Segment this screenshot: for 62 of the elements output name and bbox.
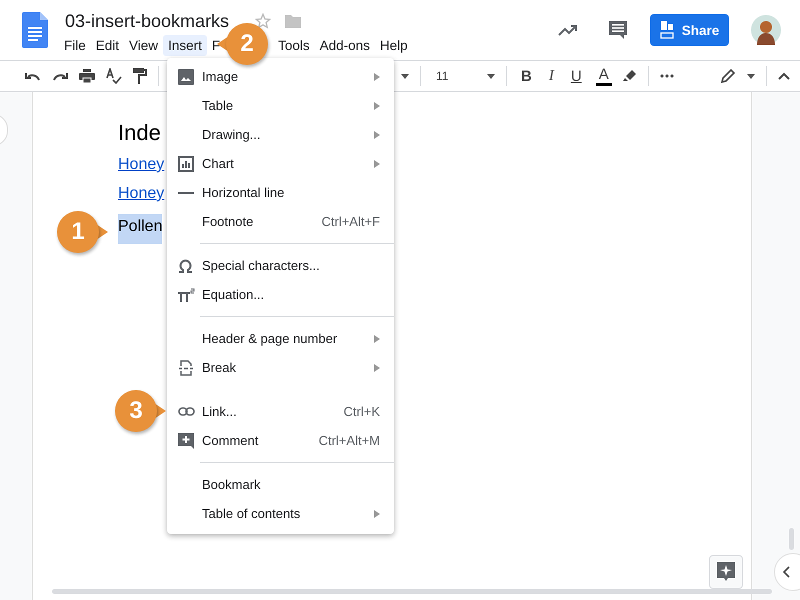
more-icon[interactable] [660, 74, 674, 78]
redo-icon[interactable] [52, 71, 68, 81]
menu-item[interactable]: Chart [167, 149, 394, 178]
menu-item[interactable]: Insert [163, 35, 207, 56]
caret-icon[interactable] [747, 74, 755, 78]
trend-icon[interactable] [558, 23, 578, 37]
undo-icon[interactable] [25, 71, 41, 81]
spellcheck-icon[interactable] [106, 68, 122, 84]
heading-text: Inde [118, 120, 161, 146]
menu-item[interactable]: Break [167, 353, 394, 382]
menu-item[interactable]: Table of contents [167, 499, 394, 528]
scrollbar-thumb[interactable] [789, 528, 794, 550]
chart-icon [178, 156, 194, 172]
menu-item[interactable]: Header & page number [167, 324, 394, 353]
link[interactable]: Honey [118, 185, 164, 203]
menu-item[interactable]: Drawing... [167, 120, 394, 149]
horizontal-scrollbar[interactable] [52, 589, 772, 594]
add-comment-icon [178, 432, 194, 448]
page-break-icon [178, 360, 194, 376]
menu-item[interactable]: View [124, 35, 164, 56]
menu-item[interactable]: Add-ons [314, 35, 375, 56]
selected-text: Pollen [118, 214, 162, 244]
caret-icon[interactable] [401, 74, 409, 78]
menu-item[interactable]: Bookmark [167, 470, 394, 499]
avatar-icon[interactable] [751, 15, 781, 45]
menu-item[interactable]: File [59, 35, 91, 56]
explore-button[interactable] [709, 555, 743, 589]
share-icon [660, 21, 674, 39]
menu-item[interactable]: Image [167, 62, 394, 91]
menu-item[interactable]: Help [374, 35, 413, 56]
pencil-icon[interactable] [720, 68, 736, 84]
menu-item[interactable]: Table [167, 91, 394, 120]
menu-item[interactable]: Comment Ctrl+Alt+M [167, 426, 394, 455]
docs-logo-icon[interactable] [22, 12, 48, 48]
caret-icon[interactable] [487, 74, 495, 78]
menu-item[interactable]: Horizontal line [167, 178, 394, 207]
link[interactable]: Honey [118, 156, 164, 174]
menu-item[interactable]: Tools [273, 35, 315, 56]
format-button[interactable]: A [596, 66, 612, 86]
image-icon [178, 68, 194, 84]
menu-item[interactable]: Equation... [167, 280, 394, 309]
omega-icon [178, 258, 193, 272]
font-size-field[interactable]: 11 [432, 69, 476, 83]
menu-item[interactable]: Footnote Ctrl+Alt+F [167, 207, 394, 236]
menu-item[interactable]: Special characters... [167, 251, 394, 280]
chevron-left-icon [783, 566, 791, 578]
paint-format-icon[interactable] [133, 68, 147, 84]
menu-item[interactable]: Edit [90, 35, 124, 56]
share-button[interactable]: Share [650, 14, 729, 46]
star-icon[interactable] [255, 13, 272, 29]
explore-icon [717, 562, 735, 582]
format-button[interactable]: U [568, 68, 585, 84]
highlighter-icon[interactable] [622, 69, 637, 83]
link-icon [178, 407, 195, 416]
horizontal-line-icon [178, 192, 194, 194]
print-icon[interactable] [79, 69, 95, 83]
comment-icon[interactable] [608, 20, 628, 40]
pi-icon [178, 288, 195, 302]
format-button[interactable]: B [518, 68, 535, 84]
menu-item[interactable]: Link... Ctrl+K [167, 397, 394, 426]
chevron-up-icon[interactable] [778, 72, 790, 80]
format-button[interactable]: I [546, 68, 557, 84]
